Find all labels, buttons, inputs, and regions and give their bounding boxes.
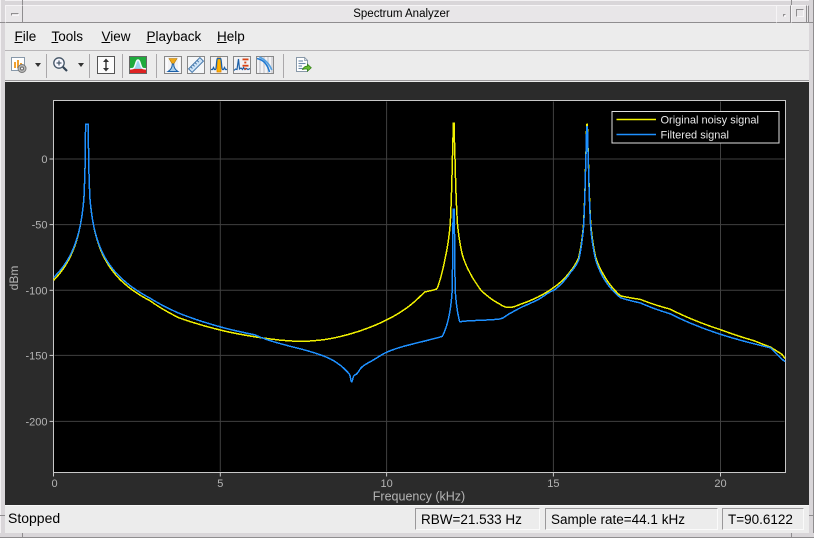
svg-text:Frequency (kHz): Frequency (kHz)	[373, 490, 465, 504]
svg-text:0: 0	[51, 478, 57, 490]
svg-text:20: 20	[714, 478, 726, 490]
svg-text:0: 0	[41, 154, 47, 166]
svg-text:dBm: dBm	[7, 266, 21, 291]
svg-text:5: 5	[217, 478, 223, 490]
svg-text:Filtered signal: Filtered signal	[661, 130, 729, 142]
svg-text:10: 10	[380, 478, 392, 490]
svg-text:-50: -50	[32, 220, 48, 232]
svg-text:-150: -150	[25, 350, 47, 362]
svg-text:15: 15	[547, 478, 559, 490]
svg-text:-200: -200	[25, 416, 47, 428]
svg-text:Original noisy signal: Original noisy signal	[661, 115, 759, 127]
svg-text:-100: -100	[25, 285, 47, 297]
